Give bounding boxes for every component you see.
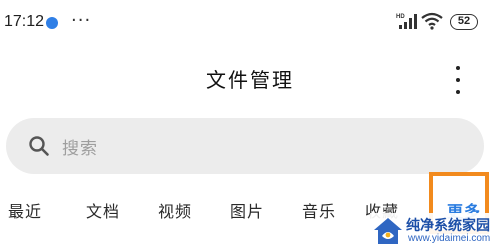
watermark: 纯净系统家园 www.yidaimei.com <box>370 213 498 249</box>
page-title: 文件管理 <box>206 68 294 92</box>
tab-videos[interactable]: 视频 <box>158 198 192 222</box>
app-notification-icon <box>46 17 58 29</box>
hd-label: HD <box>396 14 405 20</box>
signal-icon: HD <box>396 12 418 34</box>
search-input[interactable]: 搜索 <box>6 118 484 174</box>
status-bar: 17:12 ··· HD 52 <box>0 0 500 44</box>
tab-recent[interactable]: 最近 <box>8 198 42 222</box>
watermark-title: 纯净系统家园 <box>406 218 490 234</box>
tab-images[interactable]: 图片 <box>230 198 264 222</box>
more-notifications-icon: ··· <box>71 10 92 31</box>
app-header: 文件管理 <box>0 56 500 100</box>
watermark-logo-icon <box>372 216 404 250</box>
status-time: 17:12 <box>4 13 45 30</box>
search-placeholder: 搜索 <box>62 139 98 159</box>
watermark-url: www.yidaimei.com <box>408 233 491 244</box>
more-vertical-icon[interactable] <box>448 66 468 94</box>
search-icon <box>28 135 50 161</box>
tab-documents[interactable]: 文档 <box>86 198 120 222</box>
battery-indicator: 52 <box>450 14 478 30</box>
wifi-icon <box>420 12 444 34</box>
tab-music[interactable]: 音乐 <box>302 198 336 222</box>
